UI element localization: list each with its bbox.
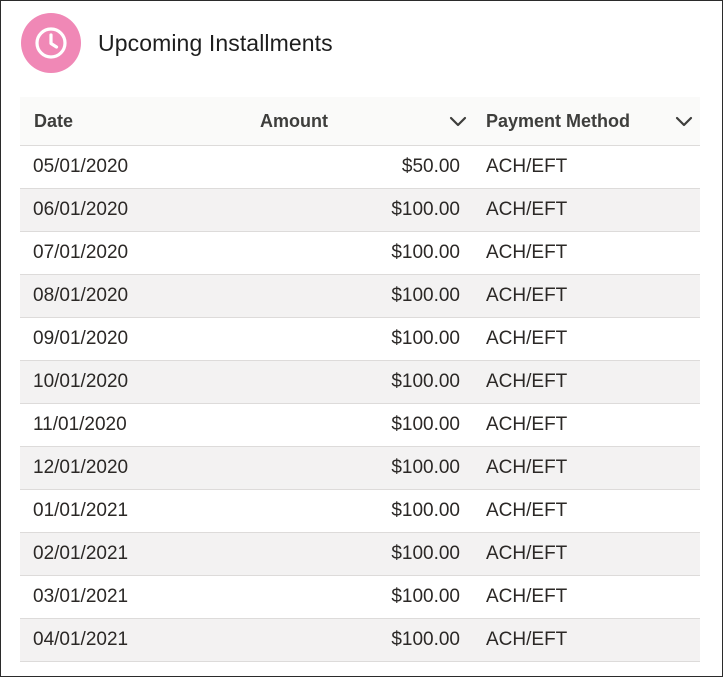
date-cell: 09/01/2020 [33,328,129,349]
table-row: 04/01/2021 $100.00 ACH/EFT [20,619,700,662]
date-cell: 07/01/2020 [33,242,129,263]
column-header-date: Date [20,97,246,145]
column-header-payment-method[interactable]: Payment Method [472,97,700,145]
amount-cell: $100.00 [391,457,460,478]
amount-cell: $100.00 [391,285,460,306]
table-row: 07/01/2020 $100.00 ACH/EFT [20,232,700,275]
date-cell: 08/01/2020 [33,285,129,306]
table-row: 09/01/2020 $100.00 ACH/EFT [20,318,700,361]
payment-method-cell: ACH/EFT [486,328,568,349]
clock-icon [21,13,81,73]
date-cell: 10/01/2020 [33,371,129,392]
amount-cell: $100.00 [391,586,460,607]
amount-cell: $100.00 [391,328,460,349]
table-body: 05/01/2020 $50.00 ACH/EFT 06/01/2020 $100.00… [20,146,700,662]
payment-method-cell: ACH/EFT [486,285,568,306]
table-row: 05/01/2020 $50.00 ACH/EFT [20,146,700,189]
card-header: Upcoming Installments [21,13,333,73]
date-cell: 01/01/2021 [33,500,129,521]
payment-method-cell: ACH/EFT [486,500,568,521]
date-cell: 02/01/2021 [33,543,129,564]
column-header-label: Amount [260,110,328,131]
installments-card: Upcoming Installments Date Amount Paymen… [0,0,723,677]
table-row: 03/01/2021 $100.00 ACH/EFT [20,576,700,619]
payment-method-cell: ACH/EFT [486,414,568,435]
table-row: 02/01/2021 $100.00 ACH/EFT [20,533,700,576]
installments-table: Date Amount Payment Method 05/01/2020 $5… [20,97,700,662]
date-cell: 04/01/2021 [33,629,129,650]
date-cell: 05/01/2020 [33,156,129,177]
column-header-amount[interactable]: Amount [246,97,472,145]
date-cell: 06/01/2020 [33,199,129,220]
amount-cell: $50.00 [401,156,460,177]
payment-method-cell: ACH/EFT [486,586,568,607]
amount-cell: $100.00 [391,543,460,564]
table-header: Date Amount Payment Method [20,97,700,146]
payment-method-cell: ACH/EFT [486,199,568,220]
amount-cell: $100.00 [391,414,460,435]
payment-method-cell: ACH/EFT [486,156,568,177]
amount-cell: $100.00 [391,242,460,263]
column-header-label: Date [34,110,74,131]
chevron-down-icon[interactable] [674,111,694,131]
table-row: 11/01/2020 $100.00 ACH/EFT [20,404,700,447]
payment-method-cell: ACH/EFT [486,543,568,564]
table-row: 06/01/2020 $100.00 ACH/EFT [20,189,700,232]
table-row: 01/01/2021 $100.00 ACH/EFT [20,490,700,533]
amount-cell: $100.00 [391,500,460,521]
date-cell: 03/01/2021 [33,586,129,607]
table-row: 10/01/2020 $100.00 ACH/EFT [20,361,700,404]
chevron-down-icon[interactable] [448,111,468,131]
column-header-label: Payment Method [486,110,631,131]
payment-method-cell: ACH/EFT [486,457,568,478]
payment-method-cell: ACH/EFT [486,629,568,650]
date-cell: 12/01/2020 [33,457,129,478]
payment-method-cell: ACH/EFT [486,242,568,263]
amount-cell: $100.00 [391,371,460,392]
page-title: Upcoming Installments [98,29,333,56]
table-row: 08/01/2020 $100.00 ACH/EFT [20,275,700,318]
table-row: 12/01/2020 $100.00 ACH/EFT [20,447,700,490]
amount-cell: $100.00 [391,199,460,220]
payment-method-cell: ACH/EFT [486,371,568,392]
amount-cell: $100.00 [391,629,460,650]
date-cell: 11/01/2020 [33,414,127,435]
